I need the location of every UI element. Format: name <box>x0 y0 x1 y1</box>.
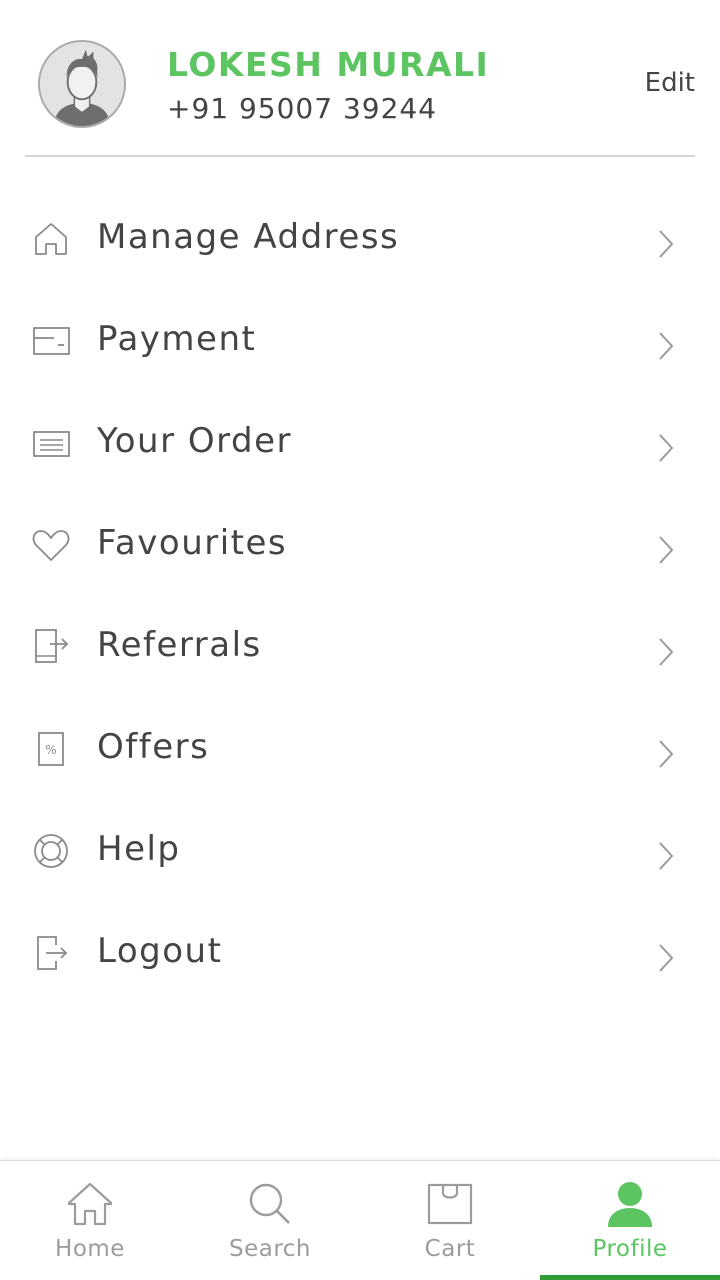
menu-item-label: Logout <box>97 931 223 971</box>
menu-item-label: Favourites <box>97 523 288 563</box>
menu-item-logout[interactable]: Logout <box>0 903 720 1005</box>
shopping-bag-icon <box>425 1181 475 1227</box>
profile-icon <box>605 1181 655 1227</box>
search-icon <box>245 1181 295 1227</box>
menu-item-label: Payment <box>97 319 257 359</box>
nav-label: Profile <box>592 1236 668 1262</box>
menu-item-offers[interactable]: % Offers <box>0 699 720 801</box>
profile-menu: Manage Address Payment Your Order Favour… <box>0 189 720 1005</box>
profile-header: LOKESH MURALI +91 95007 39244 Edit <box>25 0 695 157</box>
logout-icon <box>30 932 72 974</box>
order-list-icon <box>30 422 72 464</box>
user-avatar-icon <box>38 40 126 128</box>
referral-share-icon <box>30 626 72 668</box>
nav-tab-cart[interactable]: Cart <box>360 1161 540 1280</box>
bottom-navigation: Home Search Cart Profile <box>0 1160 720 1280</box>
edit-profile-button[interactable]: Edit <box>645 68 695 98</box>
active-tab-indicator <box>540 1275 720 1280</box>
menu-item-label: Manage Address <box>97 217 400 257</box>
nav-label: Home <box>55 1236 125 1262</box>
nav-tab-search[interactable]: Search <box>180 1161 360 1280</box>
menu-item-label: Help <box>97 829 181 869</box>
svg-text:%: % <box>45 743 56 757</box>
chevron-right-icon <box>654 737 678 771</box>
menu-item-manage-address[interactable]: Manage Address <box>0 189 720 291</box>
menu-item-label: Your Order <box>97 421 293 461</box>
menu-item-payment[interactable]: Payment <box>0 291 720 393</box>
chevron-right-icon <box>654 635 678 669</box>
nav-label: Cart <box>424 1236 476 1262</box>
chevron-right-icon <box>654 839 678 873</box>
menu-item-your-order[interactable]: Your Order <box>0 393 720 495</box>
chevron-right-icon <box>654 533 678 567</box>
menu-item-favourites[interactable]: Favourites <box>0 495 720 597</box>
user-phone: +91 95007 39244 <box>167 92 438 125</box>
menu-item-referrals[interactable]: Referrals <box>0 597 720 699</box>
chevron-right-icon <box>654 227 678 261</box>
menu-item-label: Offers <box>97 727 210 767</box>
chevron-right-icon <box>654 431 678 465</box>
nav-tab-home[interactable]: Home <box>0 1161 180 1280</box>
heart-icon <box>30 524 72 566</box>
menu-item-help[interactable]: Help <box>0 801 720 903</box>
nav-tab-profile[interactable]: Profile <box>540 1161 720 1280</box>
nav-label: Search <box>228 1236 312 1262</box>
chevron-right-icon <box>654 329 678 363</box>
home-icon <box>65 1181 115 1227</box>
lifebuoy-icon <box>30 830 72 872</box>
chevron-right-icon <box>654 941 678 975</box>
percent-tag-icon: % <box>30 728 72 770</box>
menu-item-label: Referrals <box>97 625 262 665</box>
user-name: LOKESH MURALI <box>167 45 490 84</box>
home-outline-icon <box>30 218 72 260</box>
card-icon <box>30 320 72 362</box>
